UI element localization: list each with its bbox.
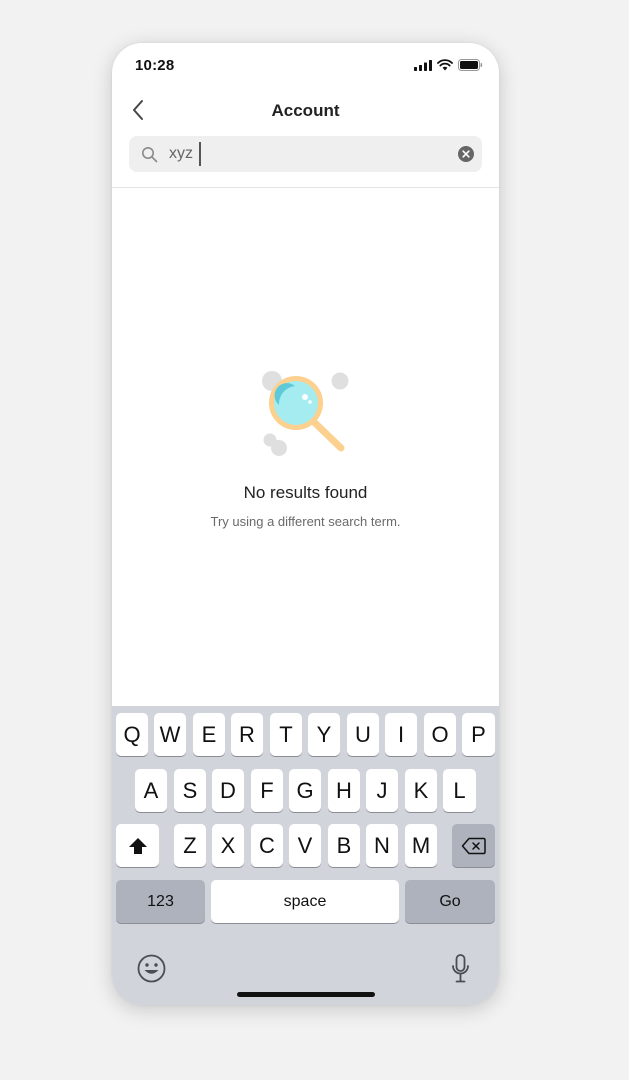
space-key[interactable]: space (211, 880, 399, 923)
status-icons (414, 59, 483, 71)
key-u[interactable]: U (347, 713, 379, 756)
go-key[interactable]: Go (405, 880, 495, 923)
search-bar[interactable]: xyz (129, 136, 482, 172)
key-k[interactable]: K (405, 769, 437, 812)
search-icon (142, 147, 158, 163)
key-o[interactable]: O (424, 713, 456, 756)
key-t[interactable]: T (270, 713, 302, 756)
keyboard-row-3: Z X C V B N M (112, 824, 499, 868)
keyboard-row-2: A S D F G H J K L (112, 769, 499, 813)
clear-search-icon[interactable] (458, 146, 474, 162)
key-a[interactable]: A (135, 769, 167, 812)
key-m[interactable]: M (405, 824, 437, 867)
status-time: 10:28 (135, 57, 175, 74)
shift-key[interactable] (116, 824, 159, 867)
key-j[interactable]: J (366, 769, 398, 812)
key-x[interactable]: X (212, 824, 244, 867)
key-p[interactable]: P (462, 713, 495, 756)
search-input[interactable]: xyz (169, 142, 201, 166)
emoji-icon[interactable] (137, 954, 166, 983)
text-caret (199, 142, 201, 166)
empty-state-title: No results found (243, 483, 368, 502)
key-n[interactable]: N (366, 824, 398, 867)
numbers-key[interactable]: 123 (116, 880, 205, 923)
key-z[interactable]: Z (174, 824, 206, 867)
status-bar: 10:28 (112, 43, 499, 87)
key-q[interactable]: Q (116, 713, 148, 756)
key-r[interactable]: R (231, 713, 263, 756)
empty-state-subtitle: Try using a different search term. (210, 514, 401, 529)
key-d[interactable]: D (212, 769, 244, 812)
key-i[interactable]: I (385, 713, 417, 756)
microphone-icon[interactable] (451, 954, 470, 984)
key-c[interactable]: C (251, 824, 283, 867)
battery-icon (458, 59, 483, 71)
key-b[interactable]: B (328, 824, 360, 867)
key-e[interactable]: E (193, 713, 225, 756)
key-s[interactable]: S (174, 769, 206, 812)
keyboard-row-1: Q W E R T Y U I O P (112, 713, 499, 757)
magnifying-glass-illustration-icon (262, 371, 349, 456)
home-indicator (237, 992, 375, 997)
shift-arrow-icon (128, 837, 147, 854)
cellular-signal-icon (414, 59, 432, 71)
key-h[interactable]: H (328, 769, 360, 812)
backspace-key[interactable] (452, 824, 495, 867)
wifi-icon (437, 59, 453, 71)
header: Account (112, 87, 499, 133)
keyboard-row-4: 123 space Go (112, 880, 499, 924)
page-title: Account (271, 101, 340, 120)
key-g[interactable]: G (289, 769, 321, 812)
key-v[interactable]: V (289, 824, 321, 867)
keyboard: Q W E R T Y U I O P A S D F G H J K L Z … (112, 706, 499, 1005)
phone-screen: 10:28 Account xyz No results found Try u… (112, 43, 499, 1005)
key-y[interactable]: Y (308, 713, 340, 756)
backspace-icon (461, 837, 486, 854)
header-divider (112, 187, 499, 188)
search-input-value: xyz (169, 145, 193, 162)
key-w[interactable]: W (154, 713, 186, 756)
key-f[interactable]: F (251, 769, 283, 812)
key-l[interactable]: L (443, 769, 476, 812)
